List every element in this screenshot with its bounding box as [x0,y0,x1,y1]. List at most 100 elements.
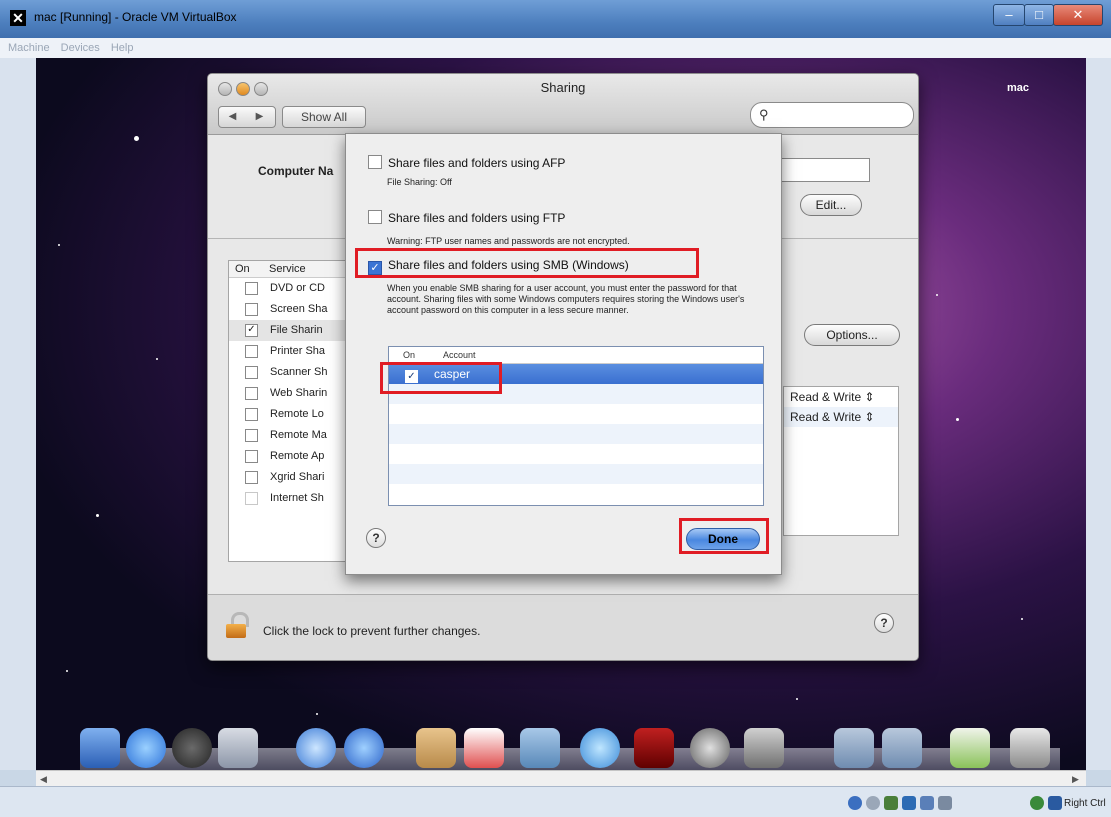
service-label: File Sharin [270,324,323,336]
service-checkbox[interactable] [245,386,258,400]
account-highlight-box [380,362,502,394]
service-label: Remote Ap [270,450,325,462]
empty-row [389,484,763,504]
service-checkbox[interactable] [245,470,258,484]
star [316,713,318,715]
network-icon[interactable] [902,796,916,810]
ical-icon[interactable] [464,728,504,768]
options-button[interactable]: Options... [804,324,900,346]
afp-label: Share files and folders using AFP [388,156,566,170]
ftp-option[interactable]: Share files and folders using FTP [368,210,565,225]
address-book-icon[interactable] [416,728,456,768]
lock-icon[interactable] [226,612,249,638]
done-highlight-box [679,518,769,554]
afp-checkbox[interactable] [368,155,382,169]
star [1021,618,1023,620]
itunes-icon[interactable] [580,728,620,768]
sharing-toolbar: Sharing ◀ ▶ Show All ⚲ [208,74,918,135]
service-label: Remote Lo [270,408,324,420]
host-status-bar: Right Ctrl [0,786,1111,817]
service-checkbox[interactable] [245,449,258,463]
computer-name-field[interactable] [780,158,870,182]
star [796,698,798,700]
photo-booth-icon[interactable] [634,728,674,768]
star [956,418,959,421]
safari-icon[interactable] [296,728,336,768]
display-icon[interactable] [938,796,952,810]
service-checkbox[interactable] [245,302,258,316]
service-label: Internet Sh [270,492,324,504]
service-label: DVD or CD [270,282,326,294]
edit-button[interactable]: Edit... [800,194,862,216]
sheet-help-button[interactable]: ? [366,528,386,548]
afp-option[interactable]: Share files and folders using AFP [368,155,565,170]
search-field[interactable]: ⚲ [750,102,914,128]
hard-disk-icon[interactable] [848,796,862,810]
horizontal-scrollbar[interactable]: ◀ ▶ [36,770,1086,787]
usb-icon[interactable] [884,796,898,810]
permission-popup[interactable]: Read & Write ⇕ [784,407,898,427]
applications-folder-icon[interactable] [834,728,874,768]
downloads-stack-icon[interactable] [950,728,990,768]
mail-icon[interactable] [218,728,258,768]
star [156,358,158,360]
host-key-label: Right Ctrl [1064,798,1106,809]
trash-icon[interactable] [1010,728,1050,768]
smb-highlight-box [355,248,699,278]
account-column-header: Account [443,350,476,360]
smb-description: When you enable SMB sharing for a user a… [387,283,745,315]
empty-row [389,444,763,464]
service-label: Printer Sha [270,345,326,357]
host-left-margin [0,58,36,770]
dashboard-icon[interactable] [172,728,212,768]
optical-drive-icon[interactable] [866,796,880,810]
host-menu-bar: Machine Devices Help [0,38,1111,59]
menu-devices[interactable]: Devices [61,38,100,58]
system-preferences-icon[interactable] [744,728,784,768]
star [936,294,938,296]
minimize-button[interactable]: – [993,4,1025,26]
star [134,136,139,141]
iphoto-icon[interactable] [520,728,560,768]
menu-help[interactable]: Help [111,38,134,58]
capture-icon[interactable] [1030,796,1044,810]
service-checkbox[interactable] [245,407,258,421]
afp-status: File Sharing: Off [387,177,452,187]
close-button[interactable]: ✕ [1053,4,1103,26]
maximize-button[interactable]: □ [1024,4,1054,26]
scroll-right-icon[interactable]: ▶ [1072,771,1079,787]
time-machine-icon[interactable] [690,728,730,768]
search-icon: ⚲ [759,107,769,122]
scroll-left-icon[interactable]: ◀ [40,771,47,787]
host-window-title: mac [Running] - Oracle VM VirtualBox [34,10,237,24]
forward-arrow-icon[interactable]: ▶ [246,107,273,127]
star [58,244,60,246]
permission-popup[interactable]: Read & Write ⇕ [784,387,898,407]
shared-folders-icon[interactable] [920,796,934,810]
service-label: Web Sharin [270,387,328,399]
service-column-header: Service [269,263,306,275]
finder-icon[interactable] [80,728,120,768]
service-checkbox[interactable] [245,344,258,358]
help-button[interactable]: ? [874,613,894,633]
ftp-checkbox[interactable] [368,210,382,224]
service-checkbox[interactable] [245,491,258,505]
service-label: Screen Sha [270,303,328,315]
service-checkbox[interactable] [245,365,258,379]
permissions-table: Read & Write ⇕ Read & Write ⇕ [783,386,899,536]
popup-arrows-icon: ⇕ [864,410,875,424]
show-all-button[interactable]: Show All [282,106,366,128]
back-forward-control[interactable]: ◀ ▶ [218,106,276,128]
keyboard-icon[interactable] [1048,796,1062,810]
service-checkbox[interactable] [245,281,258,295]
guest-computer-name: mac [1007,82,1030,94]
service-checkbox[interactable]: ✓ [245,323,258,337]
documents-folder-icon[interactable] [882,728,922,768]
menu-machine[interactable]: Machine [8,38,50,58]
ichat-icon[interactable] [344,728,384,768]
on-column-header: On [235,263,250,275]
virtualbox-icon: ✕ [10,10,26,26]
back-arrow-icon[interactable]: ◀ [219,107,246,127]
app-store-icon[interactable] [126,728,166,768]
service-checkbox[interactable] [245,428,258,442]
